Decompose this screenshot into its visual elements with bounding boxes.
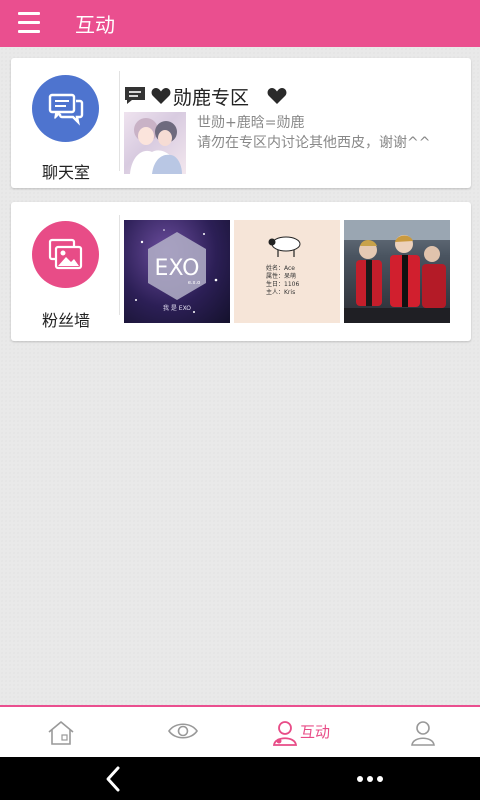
fan-photo-group[interactable]	[344, 220, 450, 323]
hamburger-menu-icon[interactable]	[16, 12, 44, 34]
page-title: 互动	[75, 13, 115, 37]
topic-title: 勋鹿专区	[173, 87, 250, 109]
bottom-navigation: 互动	[0, 705, 480, 757]
divider	[119, 215, 120, 315]
chat-room-card[interactable]: 聊天室 勋鹿专区 世勋+鹿晗=勋鹿 请勿在专区内讨论其他西皮，谢谢^^	[11, 58, 471, 188]
nav-profile[interactable]	[410, 707, 442, 757]
system-navigation-bar	[0, 757, 480, 800]
eye-icon	[168, 723, 198, 739]
sheep-line-1: 姓名：Ace	[266, 264, 295, 272]
back-arrow-icon[interactable]	[100, 765, 128, 793]
fan-photo-sheep[interactable]: 姓名：Ace 属性：呆萌 生日：1106 主人：Kris	[234, 220, 340, 323]
chat-bubbles-icon[interactable]	[32, 75, 99, 142]
divider	[119, 71, 120, 171]
sheep-line-3: 生日：1106	[266, 280, 299, 288]
home-icon	[48, 721, 74, 745]
person-icon	[272, 721, 298, 746]
heart-icon	[151, 88, 171, 104]
chat-room-label: 聊天室	[41, 163, 90, 182]
more-dots-icon[interactable]	[352, 765, 388, 793]
fan-photo-exo[interactable]: EXO e.x.o 我 是 EXO	[124, 220, 230, 323]
app-bar: 互动	[0, 0, 480, 47]
topic-line-2: 请勿在专区内讨论其他西皮，谢谢^^	[197, 135, 431, 151]
exo-caption-text: 我 是 EXO	[163, 304, 191, 312]
nav-interaction[interactable]: 互动	[272, 707, 336, 757]
fans-wall-label: 粉丝墙	[41, 311, 90, 330]
content-area: 聊天室 勋鹿专区 世勋+鹿晗=勋鹿 请勿在专区内讨论其他西皮，谢谢^^ 粉丝墙 …	[0, 47, 480, 705]
topic-thumbnail[interactable]	[124, 112, 186, 174]
heart-icon	[267, 88, 287, 104]
profile-icon	[411, 721, 435, 746]
sheep-line-2: 属性：呆萌	[266, 272, 296, 280]
photo-gallery-icon[interactable]	[32, 221, 99, 288]
sheep-line-4: 主人：Kris	[266, 288, 295, 296]
nav-discover[interactable]	[168, 707, 200, 757]
nav-interaction-label: 互动	[300, 723, 331, 741]
message-icon	[125, 87, 145, 104]
fans-wall-card[interactable]: 粉丝墙 EXO e.x.o 我 是 EXO 姓名：Ace 属性：呆萌 生日：11…	[11, 202, 471, 341]
topic-line-1: 世勋+鹿晗=勋鹿	[197, 115, 305, 131]
exo-logo-text: EXO	[155, 256, 200, 281]
exo-small-text: e.x.o	[188, 280, 200, 286]
nav-home[interactable]	[47, 707, 79, 757]
